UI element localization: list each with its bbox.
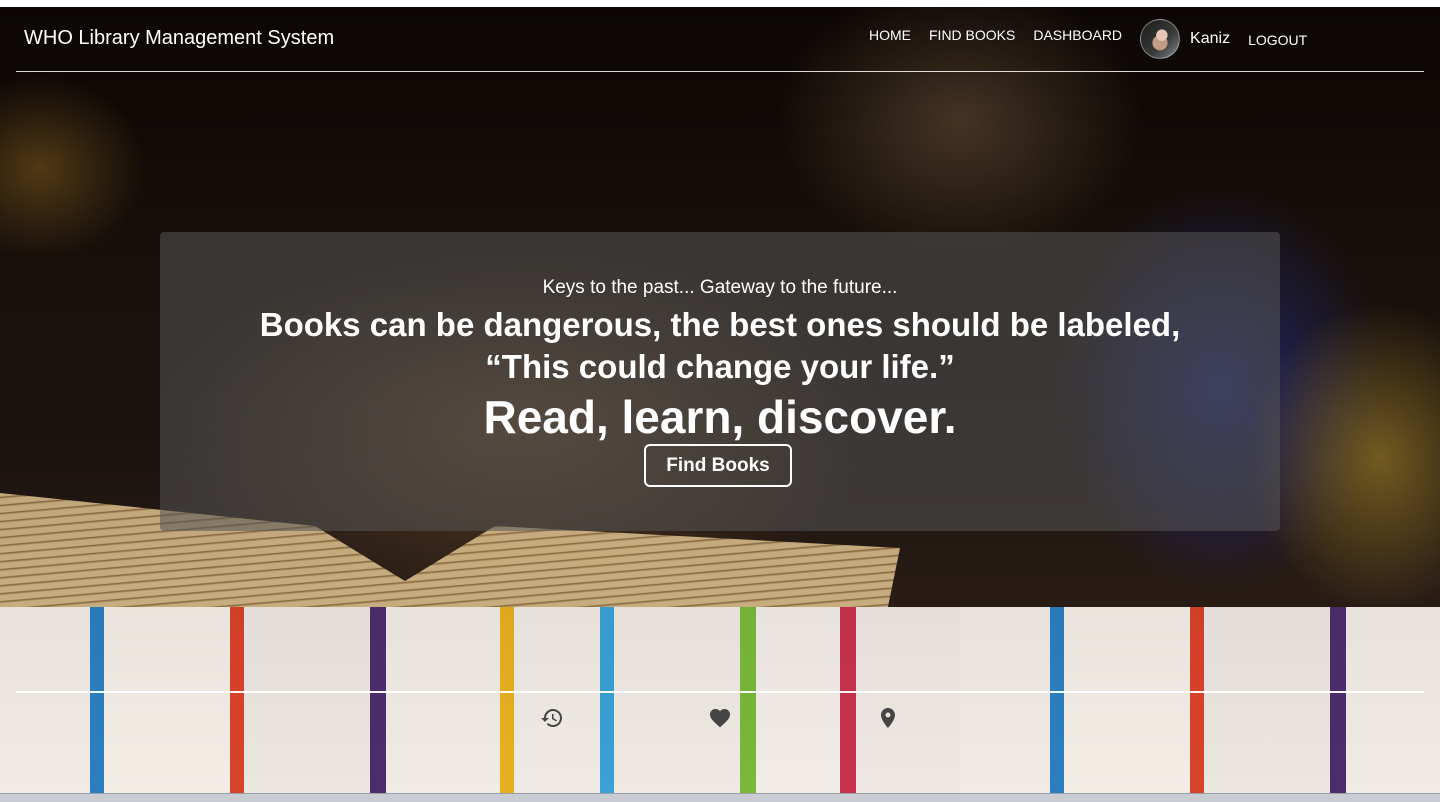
nav-home[interactable]: HOME [869,27,911,43]
avatar[interactable] [1140,19,1181,59]
nav-find-books[interactable]: FIND BOOKS [929,27,1015,43]
quote-line-2: “This could change your life.” [485,348,955,385]
footer-divider [16,691,1424,693]
quote: Books can be dangerous, the best ones sh… [160,304,1280,388]
page: WHO Library Management System HOME FIND … [0,0,1440,802]
map-marker-icon[interactable] [876,706,900,730]
quote-line-1: Books can be dangerous, the best ones sh… [259,306,1181,343]
history-icon[interactable] [540,706,564,730]
nav-dashboard[interactable]: DASHBOARD [1033,27,1122,43]
top-strip [0,0,1440,7]
logout-link[interactable]: LOGOUT [1248,32,1307,48]
slogan: Read, learn, discover. [483,391,957,443]
find-books-button[interactable]: Find Books [644,444,792,487]
nav-links: HOME FIND BOOKS DASHBOARD Kaniz LOGOUT [869,19,1307,59]
brand-title[interactable]: WHO Library Management System [24,27,334,50]
heart-icon[interactable] [708,706,732,730]
user-name[interactable]: Kaniz [1190,30,1230,48]
quote-card: Keys to the past... Gateway to the futur… [160,232,1280,531]
tagline: Keys to the past... Gateway to the futur… [542,277,898,298]
navbar: WHO Library Management System HOME FIND … [16,7,1424,72]
user-menu[interactable]: Kaniz [1140,19,1230,59]
os-taskbar [0,793,1440,802]
